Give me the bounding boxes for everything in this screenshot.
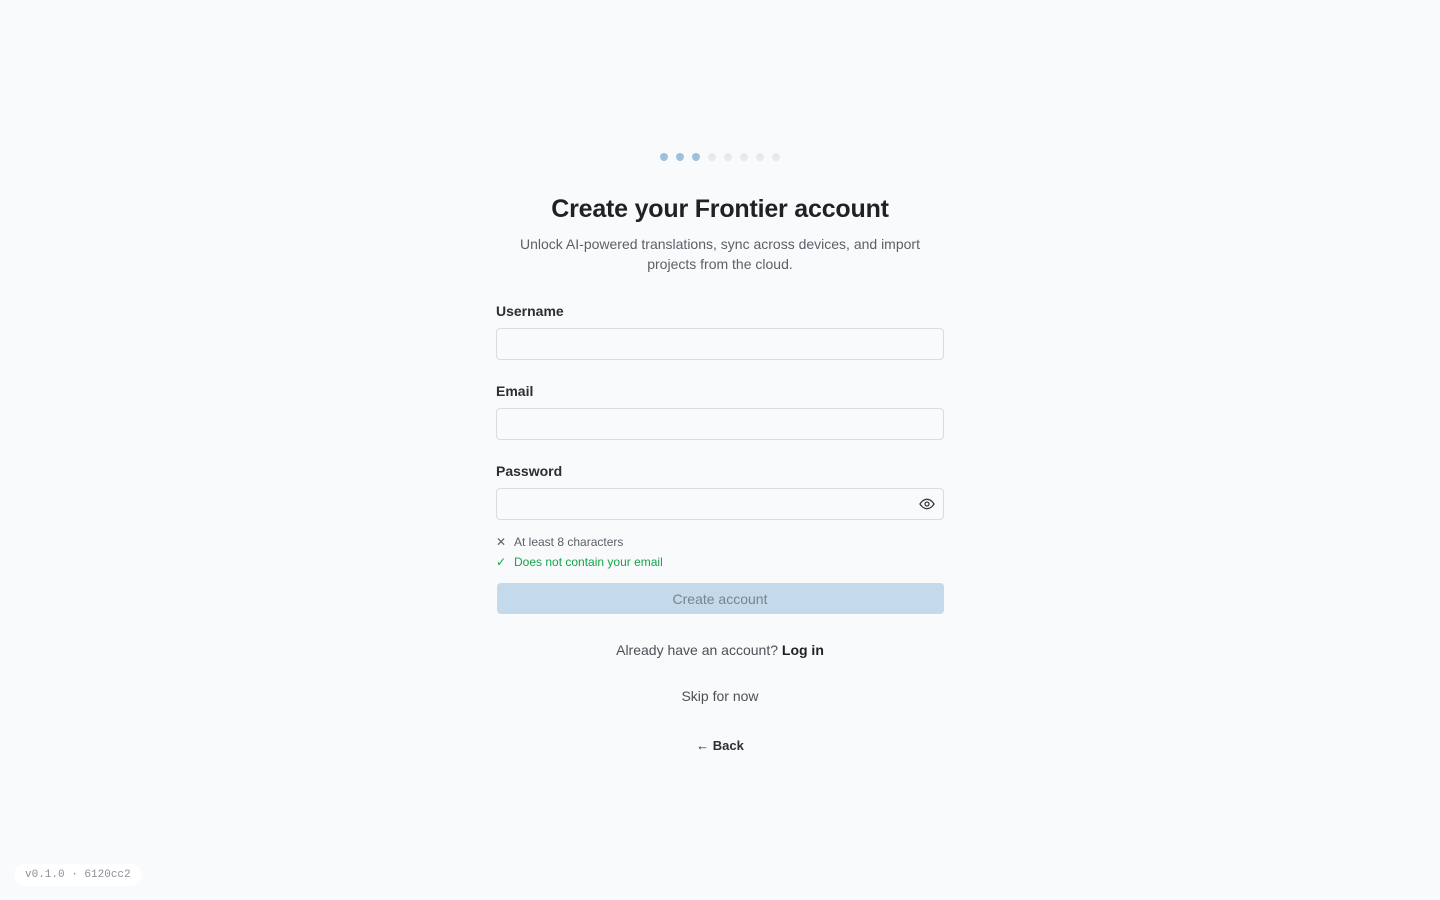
rule-no-email-text: Does not contain your email	[514, 555, 663, 569]
rule-min-length-text: At least 8 characters	[514, 535, 624, 549]
page-title: Create your Frontier account	[551, 195, 889, 223]
password-label: Password	[496, 463, 563, 479]
rule-no-email: ✓ Does not contain your email	[496, 552, 944, 572]
step-dot-5	[724, 153, 732, 161]
step-dot-3	[692, 153, 700, 161]
username-input[interactable]	[496, 328, 944, 360]
step-dot-1	[660, 153, 668, 161]
signup-form-container: Create your Frontier account Unlock AI-p…	[496, 190, 944, 756]
rule-min-length: ✕ At least 8 characters	[496, 532, 944, 552]
check-icon: ✓	[496, 555, 507, 569]
step-dot-7	[756, 153, 764, 161]
version-badge: v0.1.0 · 6120cc2	[14, 864, 142, 886]
email-input[interactable]	[496, 408, 944, 440]
password-requirements: ✕ At least 8 characters ✓ Does not conta…	[496, 532, 944, 572]
password-input[interactable]	[496, 488, 944, 520]
progress-stepper	[0, 153, 1440, 161]
login-prompt: Already have an account? Log in	[496, 640, 944, 660]
create-account-button[interactable]: Create account	[496, 583, 944, 614]
page-subtitle: Unlock AI-powered translations, sync acr…	[520, 236, 920, 272]
show-password-toggle[interactable]	[918, 495, 936, 513]
step-dot-6	[740, 153, 748, 161]
email-field-group: Email	[496, 382, 944, 440]
back-button[interactable]: ← Back	[496, 736, 944, 756]
eye-icon	[919, 498, 935, 510]
x-icon: ✕	[496, 535, 507, 549]
login-prompt-text: Already have an account?	[616, 642, 778, 658]
step-dot-8	[772, 153, 780, 161]
step-dot-2	[676, 153, 684, 161]
password-field-group: Password	[496, 462, 944, 520]
email-label: Email	[496, 383, 534, 399]
step-dot-4	[708, 153, 716, 161]
skip-button[interactable]: Skip for now	[496, 686, 944, 706]
login-link[interactable]: Log in	[782, 642, 824, 658]
username-label: Username	[496, 303, 564, 319]
username-field-group: Username	[496, 302, 944, 360]
